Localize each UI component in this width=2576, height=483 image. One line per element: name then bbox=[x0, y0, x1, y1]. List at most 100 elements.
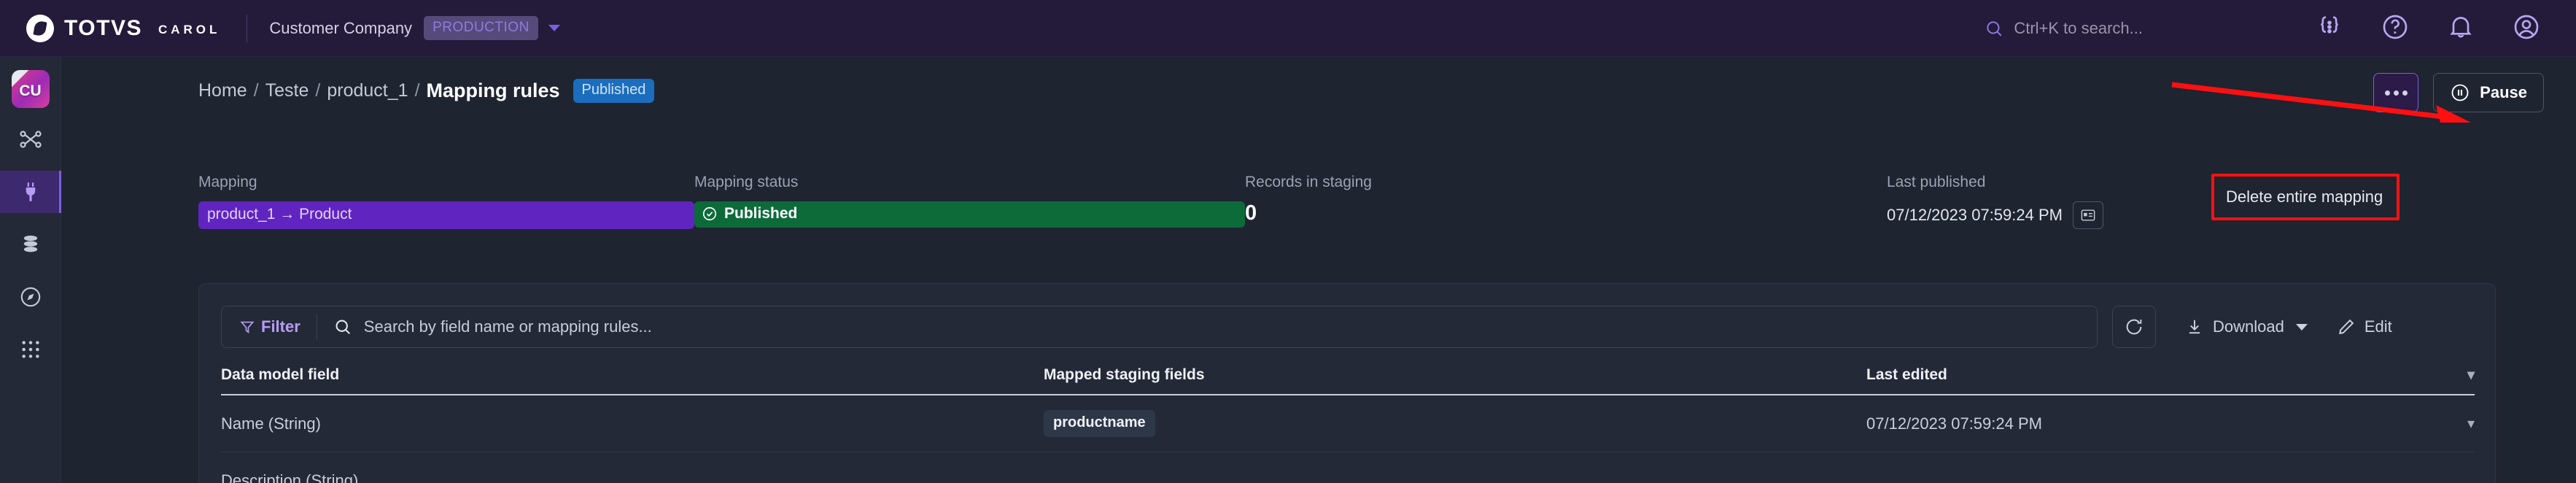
info-status-label: Mapping status bbox=[694, 174, 799, 190]
brand-logo[interactable]: TOTVS CAROL bbox=[0, 14, 221, 42]
table-header-row: Data model field Mapped staging fields L… bbox=[221, 366, 2475, 395]
search-icon bbox=[1987, 20, 2002, 36]
cell-data-model-field: Name (String) bbox=[221, 414, 321, 433]
apps-grid-icon bbox=[22, 341, 39, 358]
edit-button[interactable]: Edit bbox=[2337, 317, 2392, 336]
totvs-logo-icon bbox=[26, 14, 54, 42]
workspace-logo-label: CU bbox=[19, 82, 42, 99]
main-content: Home / Teste / product_1 / Mapping rules… bbox=[61, 57, 2576, 483]
bell-icon[interactable] bbox=[2446, 12, 2478, 45]
column-header-expand[interactable]: ▾ bbox=[2431, 366, 2475, 384]
cell-last-edited: 07/12/2023 07:59:24 PM bbox=[1866, 414, 2042, 433]
breadcrumb-item-product1[interactable]: product_1 bbox=[327, 80, 408, 101]
sidebar-item-integrations[interactable] bbox=[0, 171, 61, 213]
compass-icon bbox=[20, 287, 41, 307]
pause-button-label: Pause bbox=[2480, 83, 2527, 101]
refresh-icon bbox=[2126, 319, 2142, 335]
chevron-down-icon[interactable]: ▾ bbox=[2467, 367, 2475, 383]
mapping-status-badge: Published bbox=[694, 201, 1245, 228]
info-mapping-label: Mapping bbox=[198, 174, 257, 190]
sidebar-item-data[interactable] bbox=[0, 223, 61, 266]
info-status: Mapping status Published bbox=[694, 174, 1245, 229]
card-details-icon bbox=[2081, 209, 2095, 221]
filter-button-label: Filter bbox=[261, 317, 300, 336]
header-actions: Pause bbox=[2373, 73, 2544, 112]
dot-icon bbox=[2393, 90, 2399, 96]
pencil-icon bbox=[2338, 319, 2354, 335]
code-braces-icon[interactable] bbox=[2315, 12, 2347, 45]
filter-icon bbox=[240, 321, 255, 334]
column-header-mapped-staging-fields: Mapped staging fields bbox=[1044, 366, 1205, 383]
tenant-name: Customer Company bbox=[269, 18, 413, 37]
download-button-label: Download bbox=[2213, 317, 2284, 336]
mapping-rules-panel: Filter Search by field name or mapping r… bbox=[198, 283, 2496, 483]
download-button[interactable]: Download bbox=[2185, 317, 2308, 336]
breadcrumb-separator: / bbox=[414, 80, 420, 101]
sidebar-item-explore[interactable] bbox=[0, 276, 61, 318]
more-options-button[interactable] bbox=[2373, 73, 2419, 112]
table-row[interactable]: Name (String) productname 07/12/2023 07:… bbox=[221, 395, 2475, 452]
refresh-button[interactable] bbox=[2112, 306, 2156, 348]
connectors-icon bbox=[20, 131, 42, 148]
page-title: Mapping rules bbox=[426, 80, 560, 101]
chevron-down-icon[interactable] bbox=[2295, 323, 2308, 331]
edit-button-label: Edit bbox=[2364, 317, 2392, 336]
column-header-data-model-field: Data model field bbox=[221, 366, 340, 383]
records-in-staging-value: 0 bbox=[1245, 201, 1257, 225]
chevron-down-icon[interactable] bbox=[548, 25, 560, 31]
column-header-last-edited: Last edited bbox=[1866, 366, 1947, 383]
brand-primary-text: TOTVS bbox=[64, 15, 142, 40]
status-badge: Published bbox=[573, 79, 655, 103]
mapping-rules-table: Data model field Mapped staging fields L… bbox=[221, 366, 2475, 483]
download-icon bbox=[2189, 320, 2200, 334]
dot-icon bbox=[2402, 90, 2408, 96]
info-records: Records in staging 0 bbox=[1245, 174, 1887, 229]
search-field-group bbox=[317, 317, 2097, 336]
schedule-button[interactable] bbox=[2072, 201, 2103, 229]
mapping-status-label: Published bbox=[724, 205, 798, 222]
environment-badge[interactable]: PRODUCTION bbox=[424, 16, 538, 40]
brand-secondary-text: CAROL bbox=[158, 22, 221, 36]
mapping-chip: product_1 → Product bbox=[198, 201, 694, 229]
filter-button[interactable]: Filter bbox=[222, 306, 317, 348]
left-sidebar-rail: CU bbox=[0, 57, 61, 483]
info-records-label: Records in staging bbox=[1245, 174, 1372, 190]
help-circle-icon[interactable] bbox=[2381, 12, 2413, 45]
last-published-value: 07/12/2023 07:59:24 PM bbox=[1887, 206, 2063, 224]
cell-mapped-staging-fields: productname bbox=[1044, 410, 1866, 437]
row-expand-toggle[interactable]: ▾ bbox=[2431, 414, 2475, 433]
user-account-icon[interactable] bbox=[2512, 12, 2544, 45]
info-mapping: Mapping product_1 → Product bbox=[198, 174, 694, 229]
filter-search-group: Filter bbox=[221, 306, 2098, 348]
breadcrumb-item-teste[interactable]: Teste bbox=[265, 80, 309, 101]
global-search[interactable]: Ctrl+K to search... bbox=[1985, 19, 2143, 38]
summary-info-row: Mapping product_1 → Product Mapping stat… bbox=[198, 174, 2474, 229]
table-row[interactable]: Description (String) bbox=[221, 452, 2475, 483]
app-root: TOTVS CAROL Customer Company PRODUCTION … bbox=[0, 0, 2576, 483]
database-icon bbox=[23, 235, 38, 252]
check-circle-icon bbox=[702, 206, 717, 221]
top-bar: TOTVS CAROL Customer Company PRODUCTION … bbox=[0, 0, 2576, 57]
search-input[interactable] bbox=[363, 317, 2097, 336]
breadcrumb: Home / Teste / product_1 / Mapping rules… bbox=[198, 79, 655, 103]
dot-icon bbox=[2384, 90, 2390, 96]
last-published-line: 07/12/2023 07:59:24 PM bbox=[1887, 201, 2103, 229]
info-last-published: Last published 07/12/2023 07:59:24 PM bbox=[1887, 174, 2103, 229]
cell-data-model-field: Description (String) bbox=[221, 471, 359, 483]
staging-field-chip: productname bbox=[1044, 410, 1155, 437]
workspace-logo[interactable]: CU bbox=[11, 70, 50, 108]
breadcrumb-separator: / bbox=[253, 80, 259, 101]
breadcrumb-item-home[interactable]: Home bbox=[198, 80, 247, 101]
global-search-placeholder: Ctrl+K to search... bbox=[2014, 18, 2143, 37]
topbar-right-group: Ctrl+K to search... bbox=[1985, 12, 2576, 45]
search-icon bbox=[335, 320, 350, 335]
pause-button[interactable]: Pause bbox=[2433, 73, 2544, 112]
breadcrumb-separator: / bbox=[315, 80, 321, 101]
chevron-down-icon[interactable]: ▾ bbox=[2467, 416, 2475, 432]
info-last-published-label: Last published bbox=[1887, 174, 1986, 190]
pause-circle-icon bbox=[2451, 84, 2469, 101]
panel-toolbar: Filter Search by field name or mapping r… bbox=[199, 306, 2497, 348]
sidebar-item-connectors[interactable] bbox=[0, 118, 61, 161]
sidebar-item-apps[interactable] bbox=[0, 328, 61, 371]
plug-icon bbox=[26, 182, 36, 201]
